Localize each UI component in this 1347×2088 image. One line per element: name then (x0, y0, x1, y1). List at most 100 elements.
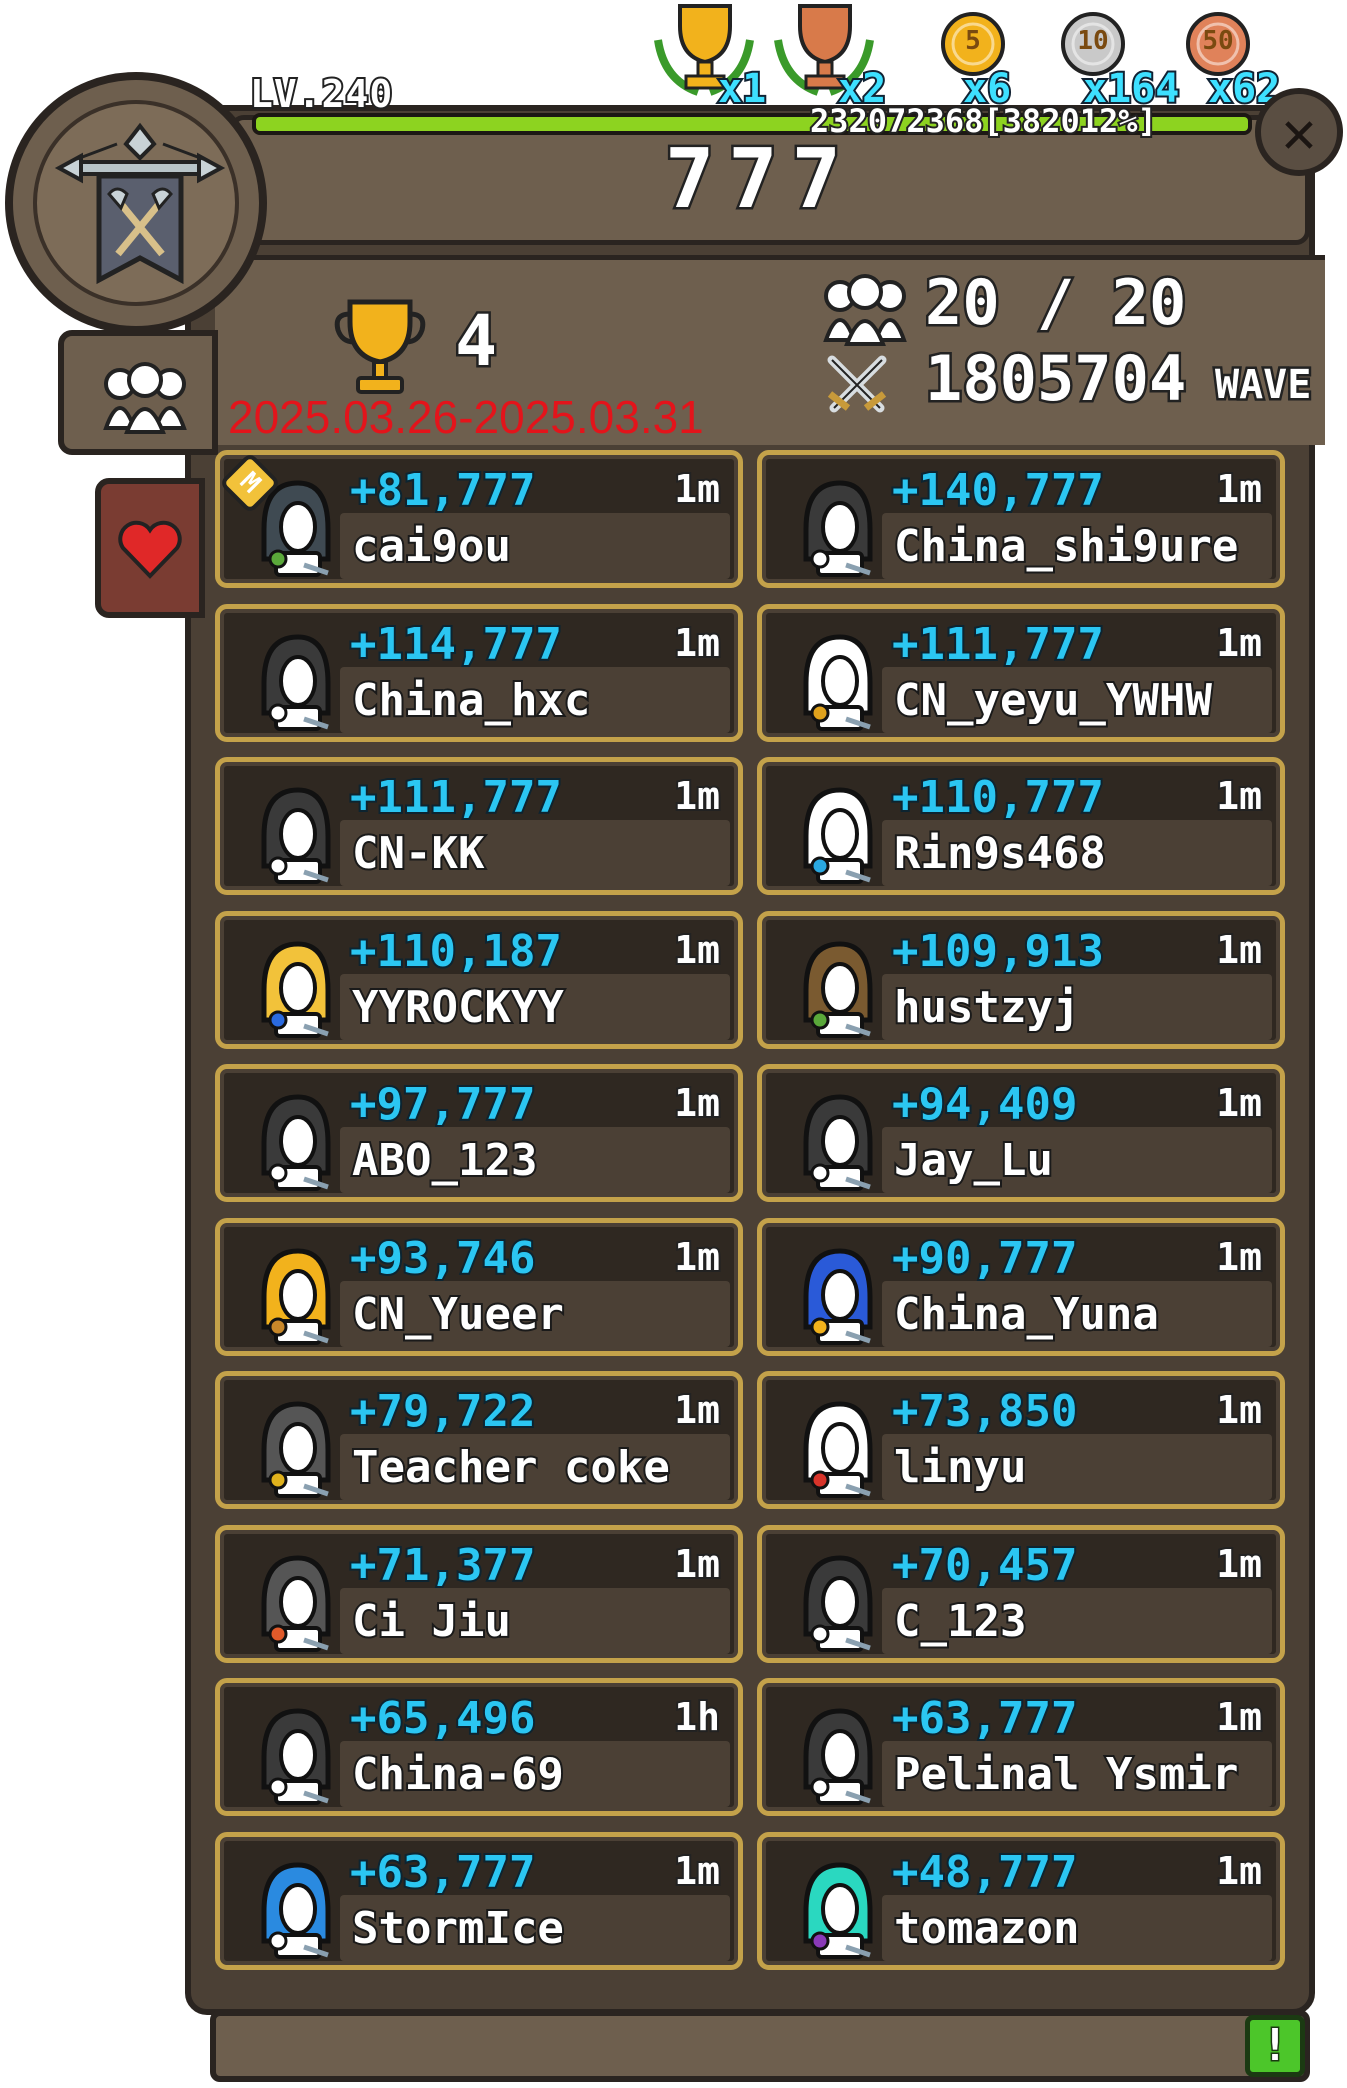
member-last-active: 1m (1214, 1847, 1264, 1895)
member-score: +63,777 (348, 1845, 537, 1900)
player-level: LV.240 (248, 70, 394, 118)
red-hood-avatar (803, 1401, 873, 1498)
alert-button[interactable]: ! (1245, 2015, 1305, 2077)
member-name: hustzyj (892, 980, 1081, 1035)
member-card[interactable]: +63,777 1m StormIce (215, 1831, 743, 1970)
member-name: China_hxc (350, 673, 592, 728)
member-card[interactable]: M +81,777 1m cai9ou (215, 450, 743, 588)
member-last-active: 1m (672, 926, 722, 974)
member-score: +93,746 (348, 1231, 537, 1286)
member-score: +81,777 (348, 463, 537, 518)
member-name: cai9ou (350, 519, 513, 574)
hooded-knight-avatar (803, 1708, 873, 1805)
wave-label: WAVE (1212, 360, 1313, 411)
member-card[interactable]: +93,746 1m CN_Yueer (215, 1217, 743, 1356)
member-card[interactable]: +65,496 1h China-69 (215, 1678, 743, 1816)
grey-witch-rider-avatar (261, 1554, 331, 1652)
members-icon (103, 362, 187, 434)
member-last-active: 1m (1214, 772, 1264, 820)
hooded-knight-avatar (261, 1094, 331, 1191)
member-last-active: 1m (672, 772, 722, 820)
tab-heart[interactable] (95, 478, 205, 618)
member-name: tomazon (892, 1901, 1081, 1956)
member-score: +109,913 (890, 924, 1106, 979)
member-name: Rin9s468 (892, 826, 1108, 881)
member-last-active: 1m (672, 1847, 722, 1895)
member-score: +48,777 (890, 1845, 1079, 1900)
member-last-active: 1m (672, 1233, 722, 1281)
member-score: +79,722 (348, 1384, 537, 1439)
member-card[interactable]: +140,777 1m China_shi9ure (757, 450, 1285, 588)
member-card[interactable]: +63,777 1m Pelinal Ysmir (757, 1678, 1285, 1816)
member-card[interactable]: +114,777 1m China_hxc (215, 603, 743, 742)
guild-emblem (5, 72, 267, 334)
members-count: 20 / 20 (922, 264, 1188, 342)
member-name: China-69 (350, 1747, 566, 1802)
member-card[interactable]: +73,850 1m linyu (757, 1371, 1285, 1509)
member-card[interactable]: +70,457 1m C_123 (757, 1524, 1285, 1663)
member-last-active: 1m (672, 619, 722, 667)
medal-value-label: 10 (1077, 26, 1109, 56)
member-card[interactable]: +90,777 1m China_Yuna (757, 1217, 1285, 1356)
member-name: Jay_Lu (892, 1133, 1055, 1188)
wave-value: 1805704 (922, 340, 1188, 418)
guild-rank: 4 (452, 298, 499, 385)
member-score: +114,777 (348, 617, 564, 672)
member-name: StormIce (350, 1901, 566, 1956)
member-card[interactable]: +48,777 1m tomazon (757, 1831, 1285, 1970)
bottom-bar (210, 2010, 1310, 2082)
white-hood-avatar (803, 787, 873, 884)
medal-3: 5 x6 (925, 0, 1055, 114)
medal-1: 1x1 (650, 0, 780, 114)
member-card[interactable]: +110,777 1m Rin9s468 (757, 757, 1285, 895)
member-score: +140,777 (890, 463, 1106, 518)
member-score: +63,777 (890, 1691, 1079, 1746)
heart-icon (118, 520, 182, 579)
valkyrie-avatar (261, 940, 331, 1038)
medal-value-label: 50 (1202, 26, 1234, 56)
member-card[interactable]: +79,722 1m Teacher coke (215, 1371, 743, 1509)
member-card[interactable]: +97,777 1m ABO_123 (215, 1064, 743, 1202)
member-name: CN_yeyu_YWHW (892, 673, 1214, 728)
member-card[interactable]: +110,187 1m YYROCKYY (215, 910, 743, 1049)
hooded-knight-avatar (261, 1708, 331, 1805)
blue-witch-avatar (803, 1247, 873, 1345)
medal-count: x164 (1081, 64, 1181, 114)
emblem-frame (33, 100, 239, 306)
tab-members[interactable] (58, 330, 218, 455)
medal-count: x6 (961, 64, 1013, 114)
member-score: +111,777 (890, 617, 1106, 672)
medal-value-label: 5 (965, 26, 981, 56)
medal-2: 3x2 (770, 0, 900, 114)
member-card[interactable]: +71,377 1m Ci Jiu (215, 1524, 743, 1663)
medal-count: x2 (836, 64, 888, 114)
guild-name: 777 (662, 130, 856, 230)
member-card[interactable]: +111,777 1m CN-KK (215, 757, 743, 895)
member-card[interactable]: +111,777 1m CN_yeyu_YWHW (757, 603, 1285, 742)
member-last-active: 1m (672, 1386, 722, 1434)
banner-axes-icon (54, 122, 226, 285)
member-name: C_123 (892, 1594, 1028, 1649)
member-card[interactable]: +94,409 1m Jay_Lu (757, 1064, 1285, 1202)
member-name: China_Yuna (892, 1287, 1161, 1342)
member-last-active: 1m (672, 1540, 722, 1588)
member-name: CN_Yueer (350, 1287, 566, 1342)
elf-archer-avatar (261, 1247, 331, 1345)
crossed-swords-icon (827, 355, 887, 413)
member-card[interactable]: +109,913 1m hustzyj (757, 910, 1285, 1049)
member-last-active: 1h (672, 1693, 722, 1741)
member-name: Teacher coke (350, 1440, 672, 1495)
members-count-icon (823, 274, 907, 346)
member-name: Pelinal Ysmir (892, 1747, 1240, 1802)
medal-4: 10 x164 (1045, 0, 1181, 114)
teal-demon-avatar (803, 1861, 873, 1959)
member-last-active: 1m (1214, 619, 1264, 667)
member-name: China_shi9ure (892, 519, 1240, 574)
close-button[interactable]: ✕ (1255, 88, 1343, 176)
skeleton-king-avatar (261, 1401, 331, 1498)
trophy-icon (334, 299, 426, 394)
member-name: Ci Jiu (350, 1594, 513, 1649)
date-range: 2025.03.26-2025.03.31 (228, 391, 704, 443)
medal-count: x1 (716, 64, 768, 114)
member-last-active: 1m (1214, 1386, 1264, 1434)
